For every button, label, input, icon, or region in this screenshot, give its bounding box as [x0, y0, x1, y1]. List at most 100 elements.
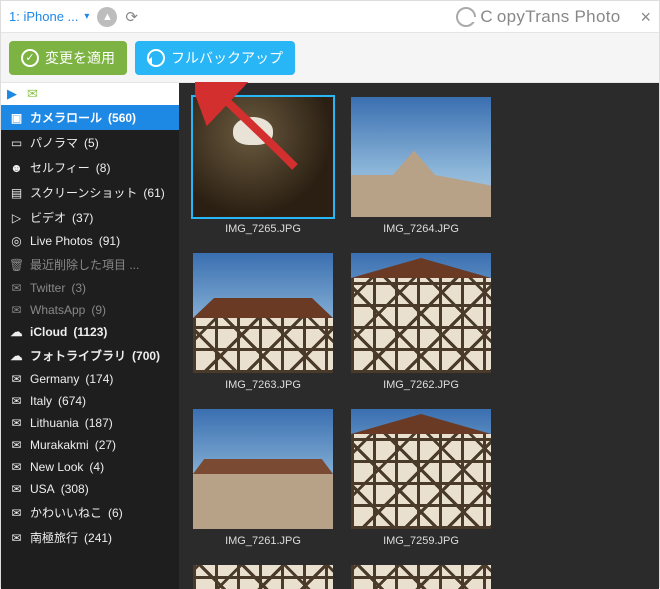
thumb-image[interactable]	[351, 97, 491, 217]
main-area: ▶ ✉ ▣カメラロール 560 ▭ パノラマ 5 ☻ セルフィー 8 ▤ スクリーンショット…	[1, 83, 659, 589]
photo-thumb[interactable]: IMG_7264.JPG	[351, 97, 491, 235]
sidebar-item-count: 5	[84, 136, 99, 150]
sidebar-item-count: 9	[91, 303, 106, 317]
sidebar-item-label: New Look	[30, 460, 83, 474]
thumb-caption: IMG_7265.JPG	[225, 223, 301, 235]
photo-thumb[interactable]: IMG_7263.JPG	[193, 253, 333, 391]
refresh-button[interactable]: ⟳	[125, 8, 138, 26]
thumb-image[interactable]	[351, 253, 491, 373]
sidebar-item-murakakmi[interactable]: ✉Murakakmi 27	[1, 434, 179, 456]
sidebar-item-label: WhatsApp	[30, 303, 85, 317]
sidebar-item-count: 674	[58, 394, 86, 408]
photo-thumb[interactable]: IMG_7262.JPG	[351, 253, 491, 391]
full-backup-button[interactable]: フルバックアップ	[135, 41, 295, 75]
app-brand: CopyTrans Photo	[456, 7, 620, 27]
sidebar-item-video[interactable]: ▷ビデオ 37	[1, 205, 179, 230]
thumb-image[interactable]	[193, 97, 333, 217]
thumb-image[interactable]	[193, 253, 333, 373]
sidebar-item-label: セルフィー	[30, 159, 90, 176]
sidebar-item-livephotos[interactable]: ◎Live Photos 91	[1, 230, 179, 252]
sidebar-item-count: 4	[89, 460, 104, 474]
folder-icon: ✉	[9, 438, 24, 452]
folder-icon: ✉	[9, 531, 24, 545]
photo-thumb[interactable]: IMG_7260.JPG	[193, 565, 333, 589]
sidebar-item-screenshots[interactable]: ▤ スクリーンショット 61	[1, 180, 179, 205]
sidebar-item-label: iCloud	[30, 325, 67, 339]
action-bar: ✓ 変更を適用 フルバックアップ	[1, 33, 659, 83]
top-bar: 1: iPhone ... ▾ ▲ ⟳ CopyTrans Photo ×	[1, 1, 659, 33]
folder-icon: 🗑	[9, 258, 24, 272]
thumb-caption: IMG_7262.JPG	[383, 379, 459, 391]
sidebar-item-count: 8	[96, 161, 111, 175]
thumb-caption: IMG_7259.JPG	[383, 535, 459, 547]
apply-label: 変更を適用	[45, 48, 115, 68]
sidebar-item-count: 6	[108, 506, 123, 520]
sidebar-item-italy[interactable]: ✉Italy 674	[1, 390, 179, 412]
folder-icon: ✉	[9, 394, 24, 408]
sidebar-tabstrip: ▶ ✉	[1, 83, 179, 105]
brand-logo-icon	[456, 7, 476, 27]
check-icon: ✓	[21, 49, 39, 67]
album-tab-icon[interactable]: ✉	[27, 86, 38, 102]
sidebar-item-count: 1123	[73, 325, 107, 339]
sidebar-item-label: スクリーンショット	[30, 184, 137, 201]
sidebar-item-lithuania[interactable]: ✉Lithuania 187	[1, 412, 179, 434]
sidebar-item-panorama[interactable]: ▭ パノラマ 5	[1, 130, 179, 155]
thumb-image[interactable]	[193, 409, 333, 529]
device-selector[interactable]: 1: iPhone ... ▾	[9, 9, 89, 24]
sidebar-item-count: 3	[71, 281, 86, 295]
sidebar-item-label: パノラマ	[30, 134, 78, 151]
close-button[interactable]: ×	[640, 8, 651, 26]
backup-label: フルバックアップ	[171, 48, 283, 68]
sidebar-item-label: Twitter	[30, 281, 65, 295]
sidebar-item-count: 174	[85, 372, 113, 386]
sidebar-item-usa[interactable]: ✉USA 308	[1, 478, 179, 500]
photo-grid[interactable]: IMG_7265.JPG IMG_7264.JPG IMG_7263.JPG IMG_…	[179, 83, 659, 589]
sidebar-item-twitter[interactable]: ✉Twitter 3	[1, 277, 179, 299]
sidebar: ▶ ✉ ▣カメラロール 560 ▭ パノラマ 5 ☻ セルフィー 8 ▤ スクリーンショット…	[1, 83, 179, 589]
brand-text-rest: opyTrans Photo	[497, 7, 621, 27]
folder-icon: ✉	[9, 372, 24, 386]
eject-button[interactable]: ▲	[97, 7, 117, 27]
thumb-caption: IMG_7264.JPG	[383, 223, 459, 235]
sidebar-item-kawaii[interactable]: ✉かわいいねこ 6	[1, 500, 179, 525]
sidebar-item-label: 南極旅行	[30, 529, 78, 546]
sidebar-item-newlook[interactable]: ✉ New Look 4	[1, 456, 179, 478]
sidebar-item-whatsapp[interactable]: ✉ WhatsApp 9	[1, 299, 179, 321]
folder-icon: ▷	[9, 211, 24, 225]
folder-icon: ☻	[9, 161, 24, 175]
brand-text-c: C	[480, 7, 493, 27]
folder-icon: ✉	[9, 460, 24, 474]
sidebar-item-germany[interactable]: ✉Germany 174	[1, 368, 179, 390]
sidebar-item-count: 91	[99, 234, 120, 248]
chevron-down-icon: ▾	[84, 11, 89, 22]
folder-icon: ☁	[9, 349, 24, 363]
sidebar-list: ▣カメラロール 560 ▭ パノラマ 5 ☻ セルフィー 8 ▤ スクリーンショット 61 ▷…	[1, 105, 179, 589]
photo-thumb[interactable]: IMG_7261.JPG	[193, 409, 333, 547]
folder-icon: ✉	[9, 303, 24, 317]
apply-changes-button[interactable]: ✓ 変更を適用	[9, 41, 127, 75]
sidebar-item-photolib[interactable]: ☁フォトライブラリ 700	[1, 343, 179, 368]
thumb-image[interactable]	[351, 409, 491, 529]
sidebar-item-label: ビデオ	[30, 209, 66, 226]
folder-icon: ▤	[9, 186, 24, 200]
sidebar-item-antarctic[interactable]: ✉南極旅行 241	[1, 525, 179, 550]
photo-thumb[interactable]: IMG_7259.JPG	[351, 409, 491, 547]
play-tab-icon[interactable]: ▶	[7, 86, 17, 102]
folder-icon: ☁	[9, 325, 24, 339]
sidebar-item-icloud[interactable]: ☁ iCloud 1123	[1, 321, 179, 343]
sidebar-item-selfie[interactable]: ☻ セルフィー 8	[1, 155, 179, 180]
photo-thumb[interactable]: IMG_7265.JPG	[193, 97, 333, 235]
sidebar-item-camera-roll[interactable]: ▣カメラロール 560	[1, 105, 179, 130]
folder-icon: ▣	[9, 111, 24, 125]
thumb-image[interactable]	[193, 565, 333, 589]
folder-icon: ▭	[9, 136, 24, 150]
thumb-caption: IMG_7261.JPG	[225, 535, 301, 547]
sidebar-item-recentdel[interactable]: 🗑最近削除した項目 ...	[1, 252, 179, 277]
sidebar-item-count: 61	[143, 186, 164, 200]
thumb-image[interactable]	[351, 565, 491, 589]
sidebar-item-count: 308	[61, 482, 89, 496]
sidebar-item-count: 560	[108, 111, 136, 125]
sidebar-item-label: フォトライブラリ	[30, 347, 126, 364]
photo-thumb[interactable]: IMG_7258.JPG	[351, 565, 491, 589]
